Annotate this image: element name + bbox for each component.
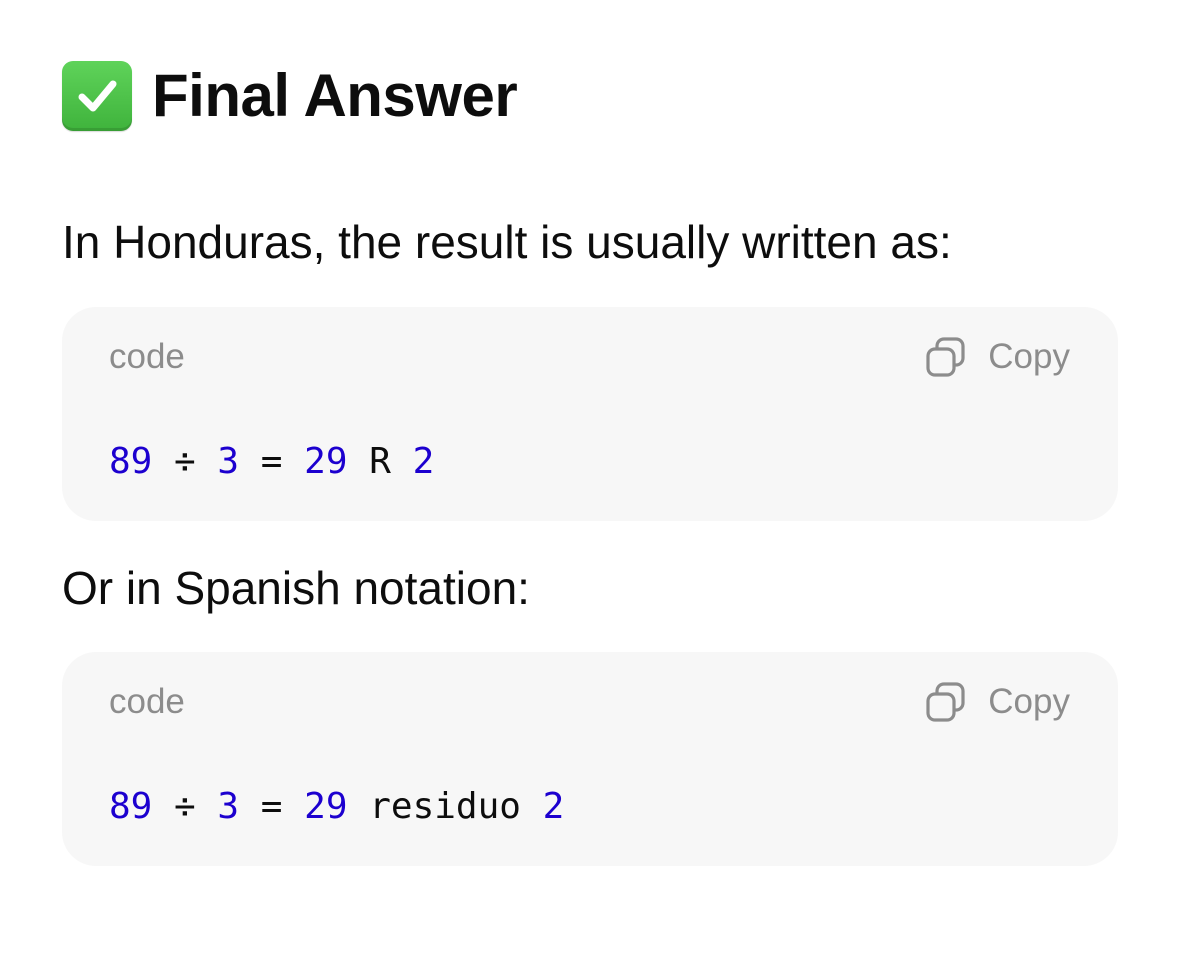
code-number-token: 89 — [109, 441, 153, 482]
copy-label: Copy — [988, 337, 1070, 376]
code-number-token: 89 — [109, 786, 153, 827]
final-answer-heading: Final Answer — [62, 58, 518, 134]
code-line: 89 ÷ 3 = 29 R 2 — [109, 438, 434, 486]
copy-label: Copy — [988, 682, 1070, 721]
code-word-token: R — [369, 441, 391, 482]
code-number-token: 3 — [217, 441, 240, 482]
spanish-notation-paragraph: Or in Spanish notation: — [62, 562, 530, 614]
code-number-token: 29 — [304, 441, 348, 482]
code-operator-token: = — [260, 786, 283, 827]
code-language-label: code — [109, 682, 185, 721]
code-number-token: 2 — [542, 786, 565, 827]
copy-icon — [924, 680, 968, 724]
copy-icon — [924, 335, 968, 379]
code-number-token: 3 — [217, 786, 240, 827]
code-line: 89 ÷ 3 = 29 residuo 2 — [109, 783, 564, 831]
code-block: code Copy 89 ÷ 3 = 29 R 2 — [62, 307, 1118, 521]
check-mark-button-icon — [62, 61, 132, 131]
code-operator-token: ÷ — [174, 786, 196, 827]
code-operator-token: = — [260, 441, 283, 482]
code-number-token: 2 — [412, 441, 435, 482]
code-block: code Copy 89 ÷ 3 = 29 residuo 2 — [62, 652, 1118, 866]
copy-button[interactable]: Copy — [924, 333, 1070, 381]
code-operator-token: ÷ — [174, 441, 196, 482]
intro-paragraph: In Honduras, the result is usually writt… — [62, 216, 952, 268]
code-language-label: code — [109, 337, 185, 376]
code-number-token: 29 — [304, 786, 348, 827]
code-word-token: residuo — [369, 786, 521, 827]
copy-button[interactable]: Copy — [924, 678, 1070, 726]
heading-title: Final Answer — [152, 62, 518, 129]
